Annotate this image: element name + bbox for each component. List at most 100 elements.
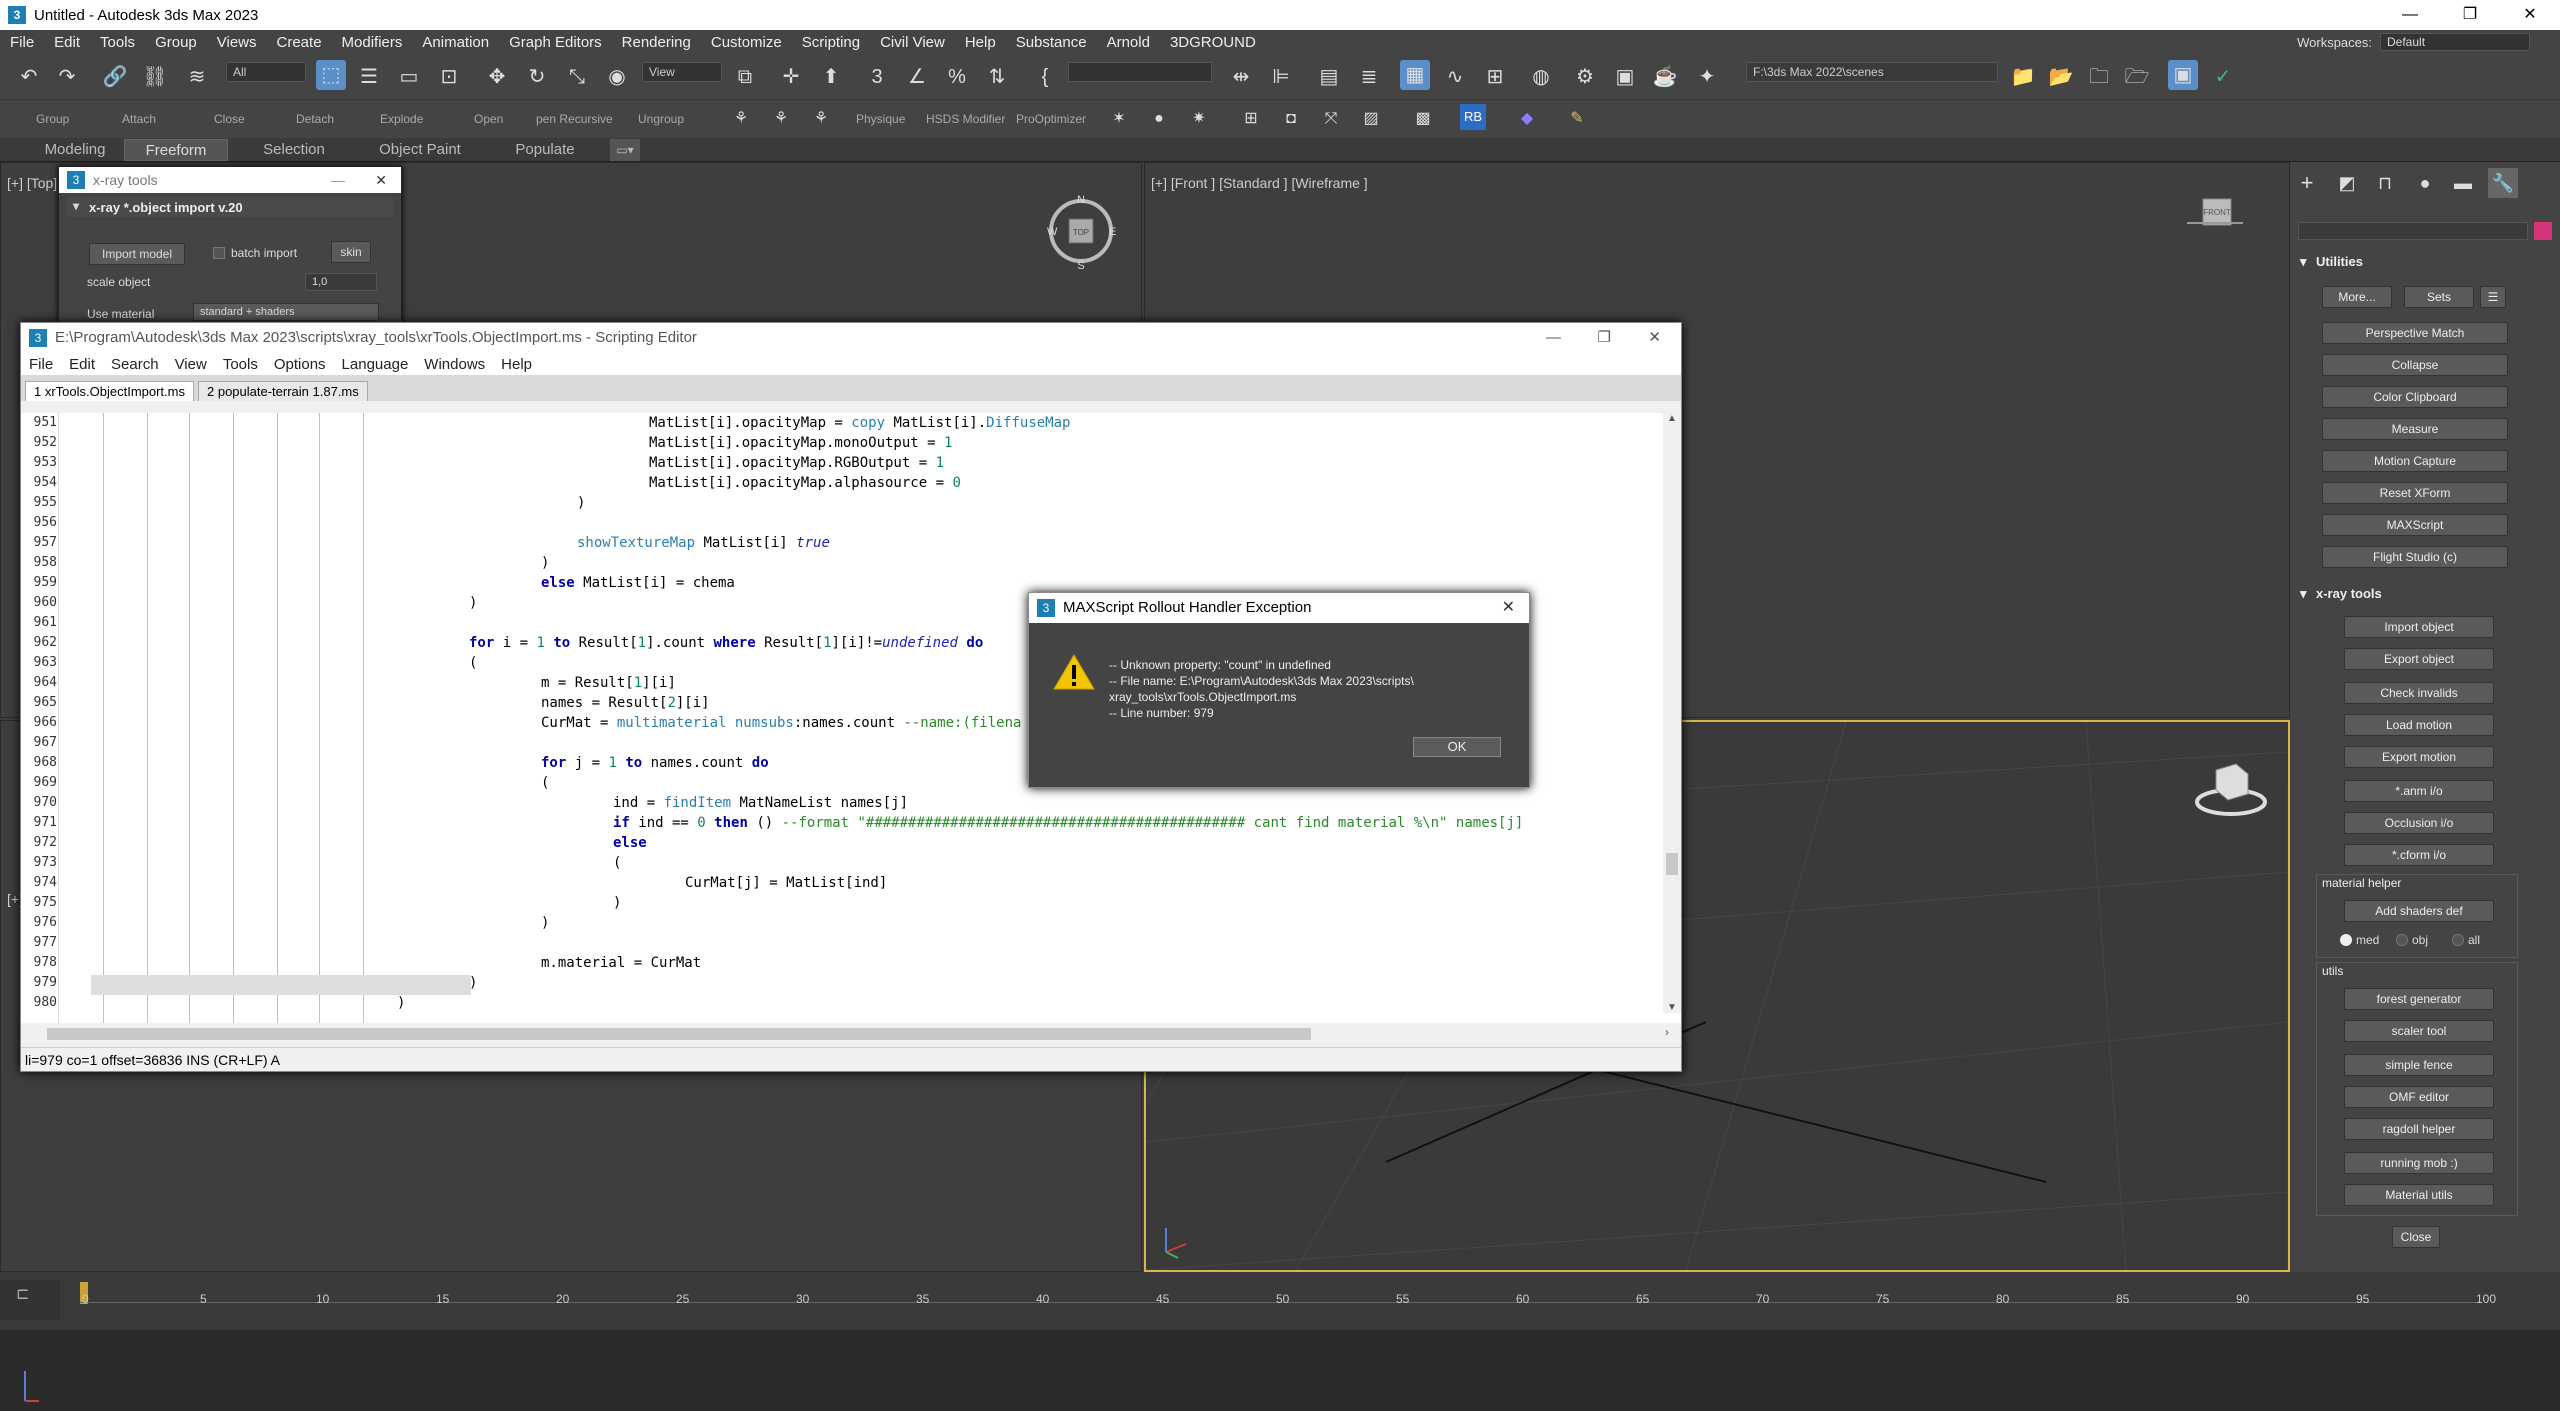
ragdoll-helper-button[interactable]: ragdoll helper [2344, 1118, 2494, 1140]
batch-import-checkbox[interactable] [213, 247, 225, 259]
link-icon[interactable]: 🔗 [100, 62, 130, 92]
diamond-icon[interactable]: ◆ [1512, 104, 1542, 134]
named-selection-icon[interactable]: { [1030, 62, 1060, 92]
window-crossing-icon[interactable]: ⊡ [434, 62, 464, 92]
menu-arnold[interactable]: Arnold [1097, 34, 1160, 51]
object-name-field[interactable] [2298, 222, 2528, 240]
xray-close-button[interactable]: ✕ [375, 167, 387, 193]
menu-tools[interactable]: Tools [90, 34, 145, 51]
select-manipulate-icon[interactable]: ✛ [776, 62, 806, 92]
picture-icon[interactable]: ▨ [1356, 104, 1386, 134]
export-motion-button[interactable]: Export motion [2344, 746, 2494, 768]
horizontal-scroll-thumb[interactable] [47, 1028, 1311, 1040]
bone-icon[interactable]: ✶ [1104, 104, 1134, 134]
use-material-dropdown[interactable]: standard + shaders [193, 303, 379, 321]
editor-menu-language[interactable]: Language [334, 356, 417, 373]
xray-minimize-button[interactable]: — [331, 167, 345, 193]
expand-icon[interactable]: ⤧ [1316, 104, 1346, 134]
open-recursive-label[interactable]: pen Recursive [536, 112, 613, 126]
xray-rollout-toggle[interactable]: ▾ [2300, 586, 2307, 602]
menu-group[interactable]: Group [145, 34, 207, 51]
tab-freeform[interactable]: Freeform [124, 139, 228, 161]
rollout-collapse-icon[interactable]: ▾ [73, 199, 79, 213]
occlusion-io-button[interactable]: Occlusion i/o [2344, 812, 2494, 834]
pivot-icon[interactable]: ⧉ [730, 62, 760, 92]
editor-menu-windows[interactable]: Windows [416, 356, 493, 373]
unlink-icon[interactable]: ⛓ [140, 62, 170, 92]
curve-editor-icon[interactable]: ∿ [1440, 62, 1470, 92]
dialog-title-bar[interactable]: 3 MAXScript Rollout Handler Exception ✕ [1029, 593, 1529, 623]
sets-button[interactable]: Sets [2404, 286, 2474, 308]
browse-folder-icon[interactable]: 🗁 [2122, 62, 2152, 92]
perspective-match-button[interactable]: Perspective Match [2322, 322, 2508, 344]
load-motion-button[interactable]: Load motion [2344, 714, 2494, 736]
place-icon[interactable]: ◉ [602, 62, 632, 92]
menu-customize[interactable]: Customize [701, 34, 792, 51]
tool-icon-2[interactable]: ⚘ [766, 104, 796, 134]
close-label[interactable]: Close [214, 112, 245, 126]
measure-button[interactable]: Measure [2322, 418, 2508, 440]
render-setup-icon[interactable]: ⚙ [1570, 62, 1600, 92]
material-editor-icon[interactable]: ◍ [1526, 62, 1556, 92]
editor-close-button[interactable]: ✕ [1648, 323, 1661, 353]
add-shaders-def-button[interactable]: Add shaders def [2344, 900, 2494, 922]
editor-menu-edit[interactable]: Edit [61, 356, 103, 373]
render-icon[interactable]: ☕ [1650, 62, 1680, 92]
close-utility-button[interactable]: Close [2392, 1226, 2440, 1248]
modify-tab-icon[interactable]: ◩ [2332, 168, 2362, 198]
color-clipboard-button[interactable]: Color Clipboard [2322, 386, 2508, 408]
hierarchy-tab-icon[interactable]: ⊓ [2370, 168, 2400, 198]
viewport-front-label[interactable]: [+] [Front ] [Standard ] [Wireframe ] [1151, 175, 1368, 191]
undo-icon[interactable]: ↶ [14, 62, 44, 92]
spinner-snap-icon[interactable]: ⇅ [982, 62, 1012, 92]
scale-icon[interactable]: ⤡ [562, 62, 592, 92]
maxscript-button[interactable]: MAXScript [2322, 514, 2508, 536]
detach-label[interactable]: Detach [296, 112, 334, 126]
schematic-view-icon[interactable]: ⊞ [1480, 62, 1510, 92]
menu-civil-view[interactable]: Civil View [870, 34, 955, 51]
keyboard-shortcut-icon[interactable]: ⬆ [816, 62, 846, 92]
camera-icon[interactable]: ◘ [1276, 104, 1306, 134]
editor-maximize-button[interactable]: ❐ [1598, 323, 1611, 353]
import-object-button[interactable]: Import object [2344, 616, 2494, 638]
menu-rendering[interactable]: Rendering [612, 34, 701, 51]
tab-populate[interactable]: Populate [500, 139, 590, 161]
radio-all[interactable] [2452, 934, 2464, 946]
view-cube-perspective-icon[interactable] [2186, 750, 2276, 820]
reset-xform-button[interactable]: Reset XForm [2322, 482, 2508, 504]
scroll-right-icon[interactable]: › [1665, 1025, 1669, 1039]
editor-menu-search[interactable]: Search [103, 356, 167, 373]
editor-menu-options[interactable]: Options [266, 356, 334, 373]
radio-med[interactable] [2340, 934, 2352, 946]
scaler-tool-button[interactable]: scaler tool [2344, 1020, 2494, 1042]
layer-manager-icon[interactable]: ≣ [1354, 62, 1384, 92]
menu-animation[interactable]: Animation [412, 34, 499, 51]
horizontal-scrollbar[interactable]: › [43, 1025, 1673, 1043]
editor-menu-help[interactable]: Help [493, 356, 540, 373]
scroll-up-icon[interactable]: ▲ [1667, 413, 1677, 424]
timeline-toggle-icon[interactable]: ⊏ [16, 1284, 29, 1304]
xray-title-bar[interactable]: 3 x-ray tools — ✕ [59, 167, 401, 193]
rect-selection-icon[interactable]: ▭ [394, 62, 424, 92]
tool-icon-3[interactable]: ⚘ [806, 104, 836, 134]
dialog-close-button[interactable]: ✕ [1502, 593, 1515, 623]
named-selection-dropdown[interactable] [1068, 62, 1212, 82]
project-path-dropdown[interactable]: F:\3ds Max 2022\scenes [1746, 62, 1998, 82]
vertical-scroll-thumb[interactable] [1666, 853, 1678, 875]
group-label[interactable]: Group [36, 112, 69, 126]
editor-menu-file[interactable]: File [21, 356, 61, 373]
mirror-icon[interactable]: ⇹ [1226, 62, 1256, 92]
sync-icon[interactable]: ✓ [2208, 62, 2238, 92]
menu-views[interactable]: Views [207, 34, 267, 51]
snaps-icon[interactable]: 3 [862, 62, 892, 92]
menu-scripting[interactable]: Scripting [792, 34, 870, 51]
menu-edit[interactable]: Edit [44, 34, 90, 51]
attach-label[interactable]: Attach [122, 112, 156, 126]
menu-create[interactable]: Create [267, 34, 332, 51]
configure-sets-icon[interactable]: ☰ [2480, 286, 2506, 308]
compass-icon[interactable]: N S W E TOP [1041, 191, 1121, 271]
radio-obj[interactable] [2396, 934, 2408, 946]
running-mob-button[interactable]: running mob :) [2344, 1152, 2494, 1174]
open-label[interactable]: Open [474, 112, 503, 126]
object-color-swatch[interactable] [2534, 222, 2552, 240]
